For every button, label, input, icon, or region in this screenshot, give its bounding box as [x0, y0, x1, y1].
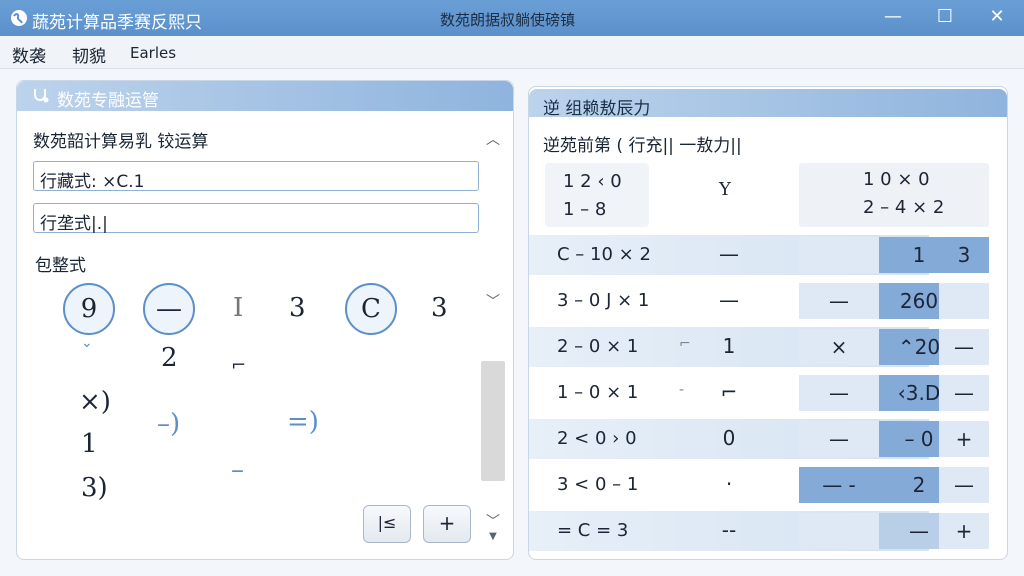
less-equal-button[interactable]: |≤	[363, 505, 411, 543]
token-circle-minus[interactable]: —	[143, 283, 195, 335]
expression-input-2[interactable]: 行垄式|.|	[33, 203, 479, 234]
menu-bar: 数袭 韧貌 Earles	[0, 36, 1024, 69]
result-cell[interactable]: —	[939, 375, 989, 411]
result-row-expression: 3 < 0 – 1	[557, 474, 639, 495]
expression-panel-header: 数苑专融运管	[17, 81, 513, 111]
result-cell[interactable]: +	[939, 513, 989, 549]
result-panel: 逆 组赖敖辰力 逆苑前第 ( 行充|| 一敖力|| 1 2 ‹ 0 1 – 8 …	[528, 86, 1008, 560]
result-row-expression: 2 – 0 × 1	[557, 336, 639, 357]
lcd-right-line2: 2 – 4 × 2	[863, 197, 945, 218]
result-row[interactable]: 1 – 0 × 1 ‑ ⌐ — ‹3.D —	[529, 373, 1007, 413]
token-circle-9[interactable]: 9	[63, 283, 115, 335]
result-cell[interactable]: —	[939, 467, 989, 503]
result-row-operator: —	[719, 288, 739, 312]
result-row-operator: ‑‑	[721, 518, 737, 542]
result-row-expression: = C = 3	[557, 520, 629, 541]
result-cell[interactable]: 3	[939, 237, 989, 273]
menu-item-3[interactable]: Earles	[130, 44, 176, 62]
add-button[interactable]: +	[423, 505, 471, 543]
token-circle-c[interactable]: C	[345, 283, 397, 335]
result-row-expression: 2 < 0 › 0	[557, 428, 637, 449]
maximize-button[interactable]: ☐	[922, 0, 968, 36]
result-row-operator: ⌐	[720, 380, 738, 404]
token-dash[interactable]: –	[231, 455, 244, 485]
result-row[interactable]: 2 – 0 × 1 ⌐ 1 × ⌃20—	[529, 327, 1007, 367]
token-2[interactable]: 2	[161, 343, 178, 373]
menu-item-1[interactable]: 数袭	[12, 42, 46, 67]
section-label: 数苑韶计算易乳 铰运算	[33, 132, 209, 152]
scroll-end-icon[interactable]: ▼	[483, 531, 503, 542]
lcd-right: 1 0 × 0 2 – 4 × 2	[799, 163, 989, 227]
scroll-down-icon-upper[interactable]: ﹀	[483, 291, 503, 311]
result-row-operator: 0	[722, 426, 736, 450]
lcd-operator: Y	[719, 179, 731, 200]
token-minus-paren[interactable]: –)	[157, 409, 180, 439]
close-button[interactable]: ✕	[974, 0, 1020, 36]
scroll-down-icon[interactable]: ﹀	[483, 511, 503, 531]
token-small-mark: ⌐	[231, 355, 247, 376]
result-row-operator: 1	[722, 334, 736, 358]
token-3a[interactable]: 3	[289, 293, 306, 323]
result-row-marker: ‑	[679, 382, 685, 398]
token-i[interactable]: I	[233, 293, 243, 323]
polynomial-label: 包整式	[35, 256, 86, 276]
result-row[interactable]: 3 < 0 – 1 · — -2—	[529, 465, 1007, 505]
lcd-right-line1: 1 0 × 0	[863, 169, 930, 190]
menu-item-2[interactable]: 韧貌	[72, 42, 106, 67]
result-row-operator: ·	[725, 472, 733, 496]
expression-panel: 数苑专融运管 数苑韶计算易乳 铰运算 行藏式: ×C.1 行垄式|.| 包整式 …	[16, 80, 514, 560]
globe-icon	[11, 10, 27, 26]
result-row[interactable]: = C = 3 ‑‑ — +	[529, 511, 1007, 551]
result-row[interactable]: 3 – 0 J × 1— —260	[529, 281, 1007, 321]
stethoscope-icon	[34, 89, 49, 103]
result-cell[interactable]: —	[799, 283, 879, 319]
chevron-down-icon: ⌄	[81, 335, 93, 351]
result-cell[interactable]: —	[799, 421, 879, 457]
result-cell[interactable]: — -	[799, 467, 879, 503]
token-equals-paren[interactable]: =)	[287, 407, 319, 437]
lcd-left-line2: 1 – 8	[563, 199, 607, 220]
title-bar: 蔬苑计算品季赛反熙只 数苑朗据叔躺使磅镇 — ☐ ✕	[0, 0, 1024, 36]
result-row[interactable]: 2 < 0 › 0 0— – 0 +	[529, 419, 1007, 459]
result-row-expression: 1 – 0 × 1	[557, 382, 639, 403]
result-row-expression: 3 – 0 J × 1	[557, 290, 650, 311]
minimize-button[interactable]: —	[870, 0, 916, 36]
result-row-operator: —	[719, 242, 739, 266]
expression-panel-title: 数苑专融运管	[57, 91, 159, 111]
result-panel-title: 逆 组赖敖辰力	[543, 99, 651, 119]
scroll-up-icon[interactable]: ︿	[483, 129, 503, 149]
result-row[interactable]: C – 10 × 2—1 3	[529, 235, 1007, 275]
result-row-marker: ⌐	[679, 336, 691, 352]
result-row-expression: C – 10 × 2	[557, 244, 651, 265]
result-cell[interactable]: ×	[799, 329, 879, 365]
token-1[interactable]: 1	[81, 429, 98, 459]
lcd-left: 1 2 ‹ 0 1 – 8	[545, 163, 649, 227]
token-times[interactable]: ×)	[79, 387, 111, 417]
result-cell[interactable]	[799, 237, 879, 273]
expression-input-1[interactable]: 行藏式: ×C.1	[33, 161, 479, 192]
result-cell[interactable]	[939, 283, 989, 319]
result-cell[interactable]: —	[939, 329, 989, 365]
window-title: 数苑朗据叔躺使磅镇	[440, 11, 576, 29]
app-title: 蔬苑计算品季赛反熙只	[32, 13, 202, 33]
result-panel-header: 逆 组赖敖辰力	[529, 89, 1007, 119]
token-3b[interactable]: 3	[431, 293, 448, 323]
result-sub-label: 逆苑前第 ( 行充|| 一敖力||	[543, 136, 742, 156]
result-cell[interactable]	[799, 513, 879, 549]
token-3-paren[interactable]: 3)	[81, 473, 108, 503]
result-cell[interactable]: +	[939, 421, 989, 457]
scrollbar-thumb[interactable]	[481, 361, 505, 481]
result-cell[interactable]: —	[799, 375, 879, 411]
lcd-left-line1: 1 2 ‹ 0	[563, 171, 622, 192]
